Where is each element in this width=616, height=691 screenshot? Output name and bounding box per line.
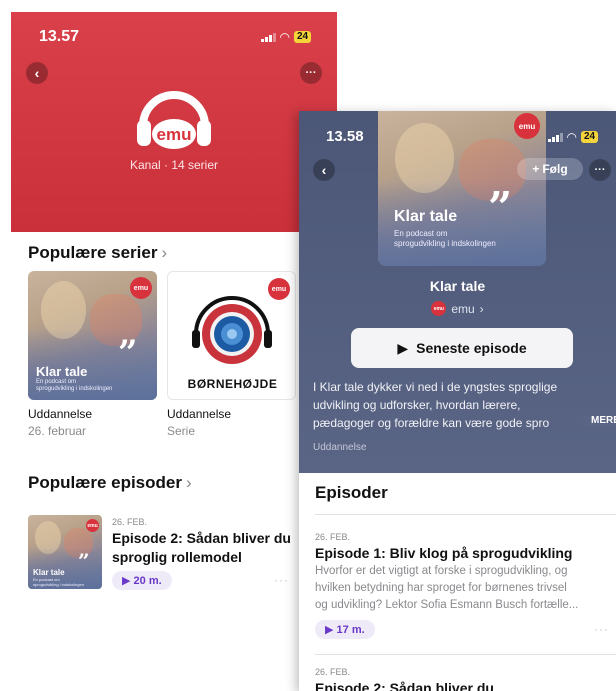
art-subtitle: sprogudvikling i indskolingen [36, 386, 113, 392]
series-artwork-bornehojde[interactable]: emu BØRNEHØJDE [167, 271, 296, 400]
battery-icon: 24 [293, 31, 312, 43]
status-time: 13.58 [326, 128, 364, 145]
series-type: Serie [167, 424, 196, 438]
chevron-right-icon: › [185, 473, 192, 492]
channel-name: emu [451, 301, 475, 316]
channel-link[interactable]: emu emu › [299, 301, 616, 316]
episode-play-button[interactable]: ▶ 17 m. [315, 620, 375, 639]
popular-series-title: Populære serier [28, 243, 158, 262]
art-title: BØRNEHØJDE [187, 377, 278, 391]
art-title: Klar tale [36, 364, 88, 379]
channel-subtitle: Kanal · 14 serier [129, 158, 219, 172]
episode-description: og udvikling? Lektor Sofia Esmann Busch … [315, 599, 579, 611]
divider [315, 654, 616, 655]
art-subtitle: En podcast om [394, 229, 448, 238]
chevron-left-icon: ‹ [34, 65, 40, 81]
status-icons: ◠ 24 [261, 30, 312, 44]
play-icon: ▶ [325, 624, 334, 636]
art-subtitle: En podcast om [36, 379, 77, 385]
episode-date: 26. FEB. [315, 532, 351, 542]
wifi-icon: ◠ [279, 30, 290, 44]
more-button[interactable]: ··· [589, 159, 611, 181]
description-line: udvikling og udforsker, hvordan lærere, [313, 398, 521, 412]
art-subtitle: sprogudvikling i indskolingen [33, 582, 84, 587]
ellipsis-icon: ··· [594, 164, 606, 176]
episode-date: 26. FEB. [315, 667, 351, 677]
follow-button[interactable]: + Følg [517, 158, 583, 180]
logo-text: emu [157, 125, 192, 144]
wifi-icon: ◠ [566, 130, 577, 144]
popular-episodes-heading[interactable]: Populære episoder › [28, 473, 192, 493]
quote-icon: ” [488, 183, 513, 232]
battery-icon: 24 [580, 131, 599, 143]
popular-series-heading[interactable]: Populære serier › [28, 243, 167, 263]
episode-more-button[interactable]: ··· [594, 622, 609, 636]
follow-label: Følg [542, 162, 568, 176]
art-title: Klar tale [394, 208, 458, 225]
episode-artwork[interactable]: emu ” Klar tale En podcast om sprogudvik… [28, 515, 102, 589]
description-line: pædagoger og forældre kan være gode spro [313, 416, 550, 430]
ellipsis-icon: ··· [305, 67, 317, 79]
plus-icon: + [532, 162, 540, 176]
back-button[interactable]: ‹ [313, 159, 335, 181]
quote-icon: ” [78, 549, 90, 573]
podcast-screen: emu ” Klar tale En podcast om sprogudvik… [299, 111, 616, 691]
latest-episode-button[interactable]: ▶ Seneste episode [351, 328, 573, 368]
emu-logo: emu [137, 91, 211, 149]
episode-title[interactable]: Episode 2: Sådan bliver du [315, 679, 494, 691]
episodes-heading: Episoder [315, 483, 388, 502]
signal-icon [261, 32, 276, 42]
podcast-artwork: emu ” Klar tale En podcast om sprogudvik… [378, 111, 546, 266]
back-button[interactable]: ‹ [26, 62, 48, 84]
art-title: Klar tale [33, 568, 65, 577]
episode-description: hvilken betydning har sproget for børnen… [315, 582, 567, 594]
series-category: Uddannelse [167, 407, 232, 421]
divider [315, 514, 616, 515]
series-artwork-klar-tale[interactable]: emu ” Klar tale En podcast om sprogudvik… [28, 271, 157, 400]
status-icons: ◠ 24 [548, 130, 599, 144]
episode-duration: 17 m. [336, 624, 365, 636]
episode-title[interactable]: Episode 1: Bliv klog på sprogudvikling [315, 544, 572, 563]
episode-description: Hvorfor er det vigtigt at forske i sprog… [315, 565, 568, 577]
podcast-title: Klar tale [429, 278, 486, 294]
more-link[interactable]: MERE [573, 415, 616, 426]
latest-episode-label: Seneste episode [416, 340, 527, 356]
series-category: Uddannelse [28, 407, 93, 421]
episode-more-button[interactable]: ··· [274, 573, 289, 587]
emu-badge-icon: emu [130, 277, 152, 299]
episode-duration: 20 m. [133, 575, 162, 587]
more-button[interactable]: ··· [300, 62, 322, 84]
popular-episodes-title: Populære episoder [28, 473, 182, 492]
chevron-left-icon: ‹ [321, 162, 327, 178]
signal-icon [548, 132, 563, 142]
episode-title[interactable]: Episode 2: Sådan bliver du [112, 529, 291, 548]
emu-badge-icon: emu [86, 519, 99, 532]
emu-badge-icon: emu [514, 113, 540, 139]
flower-logo-icon [192, 296, 272, 364]
emu-badge-icon: emu [431, 301, 447, 316]
play-icon: ▶ [122, 575, 131, 587]
podcast-description: I Klar tale dykker vi ned i de yngstes s… [313, 378, 605, 432]
play-icon: ▶ [397, 339, 409, 356]
series-date: 26. februar [28, 424, 87, 438]
description-line: I Klar tale dykker vi ned i de yngstes s… [313, 380, 558, 394]
art-subtitle: sprogudvikling i indskolingen [394, 239, 496, 248]
chevron-right-icon: › [161, 243, 168, 262]
quote-icon: ” [118, 333, 138, 373]
episode-date: 26. FEB. [112, 517, 148, 527]
chevron-right-icon: › [479, 301, 484, 316]
status-time: 13.57 [39, 28, 80, 45]
episode-play-button[interactable]: ▶ 20 m. [112, 571, 172, 590]
podcast-category: Uddannelse [313, 442, 367, 453]
channel-screen: 13.57 ◠ 24 ‹ ··· emu Kanal · 14 serier P… [11, 12, 337, 597]
episode-title[interactable]: sproglig rollemodel [112, 548, 242, 567]
